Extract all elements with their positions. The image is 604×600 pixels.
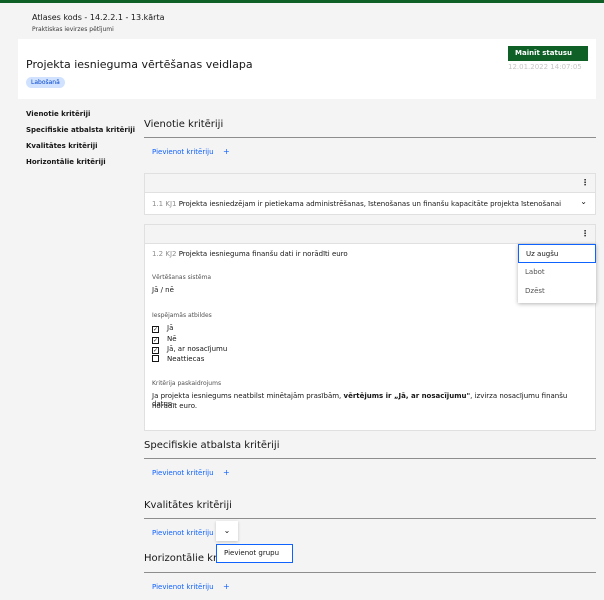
section-divider [144, 458, 596, 459]
checkbox-empty-icon [152, 355, 159, 362]
plus-icon: + [223, 468, 230, 477]
criterion-title[interactable]: 1.1 KJ1 Projekta iesniedzējam ir pietiek… [152, 200, 561, 208]
status-timestamp: 12.01.2022 14:07:05 [508, 63, 582, 71]
answer-checkbox-3: ✓ Jā, ar nosacījumu [152, 345, 227, 355]
criterion-number: 1.1 KJ1 [152, 200, 177, 208]
section-divider [144, 137, 596, 138]
breadcrumb: Atlases kods - 14.2.2.1 - 13.kārta [32, 13, 165, 22]
answer-checkbox-4: Neattiecas [152, 355, 204, 365]
add-group-option[interactable]: Pievienot grupu [216, 544, 293, 563]
answer-label: Nē [167, 335, 177, 343]
checkbox-checked-icon: ✓ [152, 326, 159, 333]
add-criterion-specific-button[interactable]: Pievienot kritēriju + [152, 468, 230, 477]
section-title-quality: Kvalitātes kritēriji [144, 500, 232, 511]
add-criterion-label: Pievienot kritēriju [152, 583, 214, 591]
criterion-text: Projekta iesniedzējam ir pietiekama admi… [178, 200, 562, 208]
section-divider [144, 518, 596, 519]
nav-item-unified[interactable]: Vienotie kritēriji [26, 108, 136, 124]
criterion-context-menu: Uz augšu Labot Dzēst [518, 244, 596, 303]
chevron-down-icon: ⌄ [223, 526, 231, 535]
kebab-menu-icon[interactable]: ⋮ [581, 178, 589, 187]
section-title-specific: Specifiskie atbalsta kritēriji [144, 440, 280, 451]
add-criterion-unified-button[interactable]: Pievienot kritēriju + [152, 147, 230, 156]
criterion-card-toolbar: ⋮ [145, 225, 595, 244]
criterion-card-1: ⋮ 1.1 KJ1 Projekta iesniedzējam ir pieti… [144, 173, 596, 215]
criterion-number: 1.2 KJ2 [152, 250, 177, 258]
nav-item-specific[interactable]: Specifiskie atbalsta kritēriji [26, 124, 136, 140]
answer-label: Jā [167, 324, 174, 332]
evaluation-system-label: Vērtēšanas sistēma [152, 274, 212, 281]
section-nav: Vienotie kritēriji Specifiskie atbalsta … [26, 108, 136, 172]
criterion-text: Projekta iesnieguma finanšu dati ir norā… [178, 250, 348, 258]
explanation-part: Ja projekta iesniegums neatbilst minētaj… [152, 392, 344, 400]
page-header: Atlases kods - 14.2.2.1 - 13.kārta Prakt… [0, 3, 604, 39]
answer-label: Neattiecas [167, 355, 205, 363]
expand-group-button[interactable]: ⌄ [216, 521, 238, 541]
status-badge: Labošanā [26, 77, 65, 88]
page-title: Projekta iesnieguma vērtēšanas veidlapa [26, 58, 253, 71]
add-criterion-label: Pievienot kritēriju [152, 469, 214, 477]
header-subtitle: Praktiskas ievirzes pētījumi [32, 26, 114, 33]
nav-item-quality[interactable]: Kvalitātes kritēriji [26, 140, 136, 156]
evaluation-system-value: Jā / nē [152, 286, 174, 294]
explanation-bold: vērtējums ir „Jā, ar nosacījumu" [343, 392, 471, 400]
answer-checkbox-1: ✓ Jā [152, 324, 173, 334]
explanation-text: Ja projekta iesniegums neatbilst minētaj… [152, 392, 582, 408]
menu-item-move-up[interactable]: Uz augšu [518, 244, 596, 263]
kebab-menu-icon[interactable]: ⋮ [581, 229, 589, 238]
plus-icon: + [223, 582, 230, 591]
section-divider [144, 572, 596, 573]
add-criterion-horizontal-button[interactable]: Pievienot kritēriju + [152, 582, 230, 591]
answer-checkbox-2: ✓ Nē [152, 335, 177, 345]
criterion-title[interactable]: 1.2 KJ2 Projekta iesnieguma finanšu dati… [152, 250, 348, 258]
criterion-card-toolbar: ⋮ [145, 174, 595, 193]
plus-icon: + [223, 147, 230, 156]
explanation-label: Kritērija paskaidrojums [152, 380, 222, 387]
checkbox-checked-icon: ✓ [152, 337, 159, 344]
answers-label: Iespējamās atbildes [152, 312, 212, 319]
answer-label: Jā, ar nosacījumu [167, 345, 228, 353]
add-criterion-label: Pievienot kritēriju [152, 529, 214, 537]
add-criterion-label: Pievienot kritēriju [152, 148, 214, 156]
change-status-button[interactable]: Mainīt statusu [508, 46, 588, 61]
checkbox-checked-icon: ✓ [152, 347, 159, 354]
chevron-down-icon[interactable]: ⌄ [580, 197, 587, 206]
nav-item-horizontal[interactable]: Horizontālie kritēriji [26, 156, 136, 172]
menu-item-delete[interactable]: Dzēst [518, 282, 596, 301]
section-title-unified: Vienotie kritēriji [144, 119, 224, 130]
menu-item-edit[interactable]: Labot [518, 263, 596, 282]
add-criterion-quality-button[interactable]: Pievienot kritēriju [152, 529, 214, 537]
explanation-text-line2: norādīt euro. [152, 402, 198, 410]
title-card: Projekta iesnieguma vērtēšanas veidlapa … [18, 39, 596, 99]
